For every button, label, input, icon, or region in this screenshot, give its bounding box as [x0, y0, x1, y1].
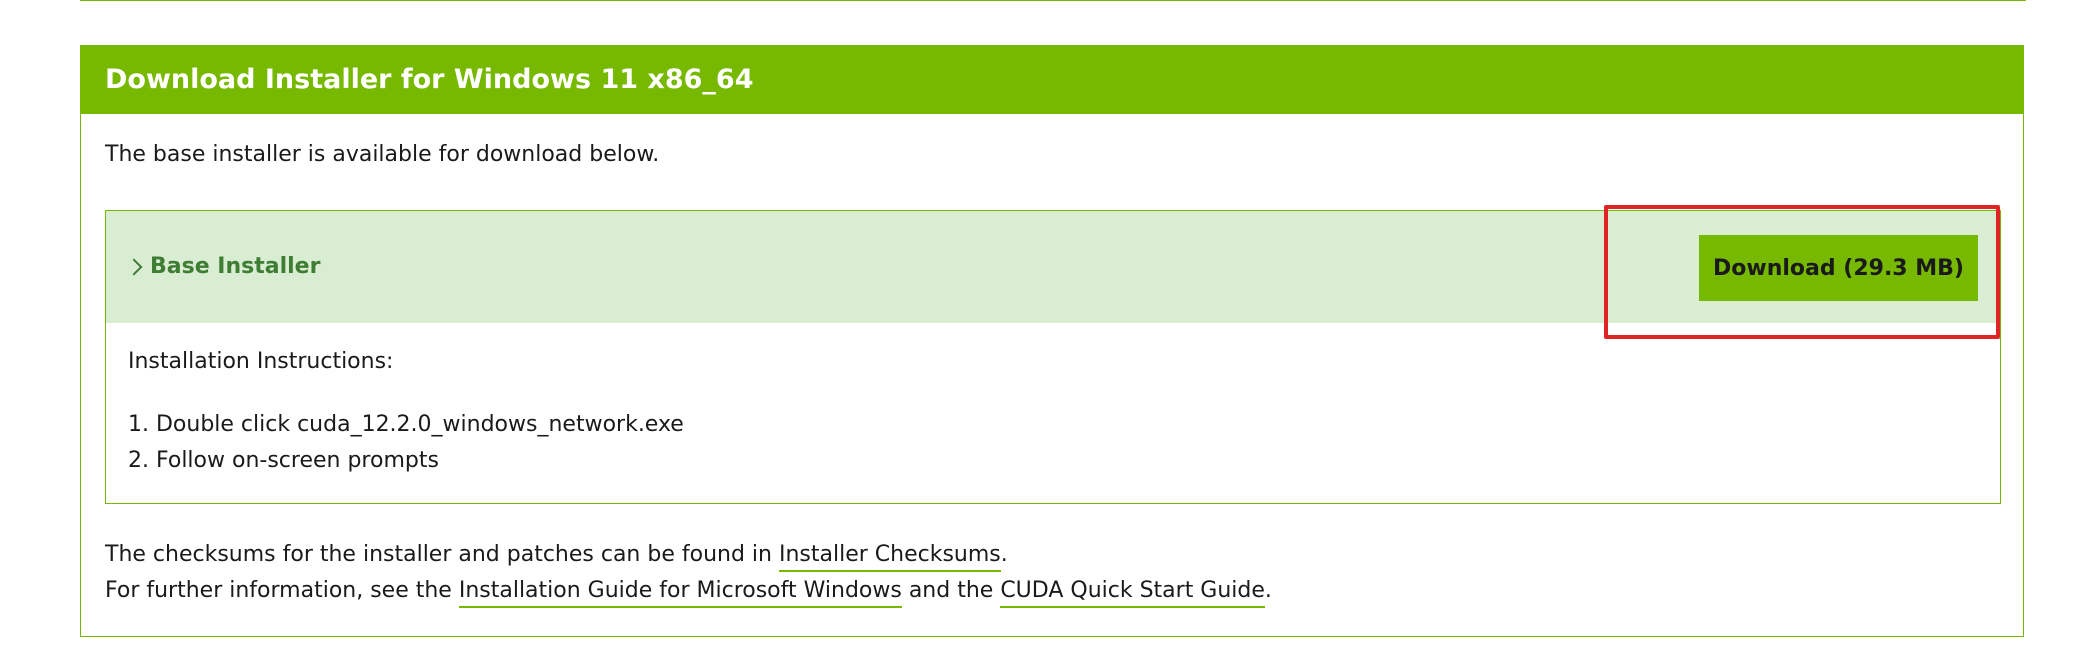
- top-divider: [80, 0, 2026, 1]
- intro-text: The base installer is available for down…: [105, 142, 660, 167]
- installer-checksums-link[interactable]: Installer Checksums: [778, 542, 1001, 572]
- installation-instructions-label: Installation Instructions:: [128, 349, 394, 374]
- further-info-prefix: For further information, see the: [105, 578, 459, 603]
- base-installer-section: Base Installer Download (29.3 MB) Instal…: [105, 210, 2001, 504]
- download-installer-panel: Download Installer for Windows 11 x86_64…: [80, 45, 2024, 637]
- base-installer-title: Base Installer: [150, 254, 321, 279]
- checksums-text: The checksums for the installer and patc…: [105, 542, 1008, 572]
- checksums-suffix: .: [1000, 542, 1008, 567]
- list-item: 2. Follow on-screen prompts: [128, 448, 439, 473]
- further-info-text: For further information, see the Install…: [105, 578, 1272, 608]
- cuda-quick-start-link[interactable]: CUDA Quick Start Guide: [1000, 578, 1265, 608]
- base-installer-header[interactable]: Base Installer Download (29.3 MB): [106, 211, 2000, 323]
- further-info-suffix: .: [1264, 578, 1272, 603]
- chevron-right-icon: [125, 258, 143, 276]
- download-button[interactable]: Download (29.3 MB): [1699, 235, 1978, 301]
- base-installer-toggle[interactable]: Base Installer: [125, 211, 321, 323]
- list-item: 1. Double click cuda_12.2.0_windows_netw…: [128, 412, 684, 437]
- further-info-middle: and the: [901, 578, 1001, 603]
- installation-steps: 1. Double click cuda_12.2.0_windows_netw…: [128, 407, 684, 479]
- panel-header: Download Installer for Windows 11 x86_64: [81, 46, 2023, 114]
- installation-guide-link[interactable]: Installation Guide for Microsoft Windows: [458, 578, 902, 608]
- checksums-prefix: The checksums for the installer and patc…: [105, 542, 779, 567]
